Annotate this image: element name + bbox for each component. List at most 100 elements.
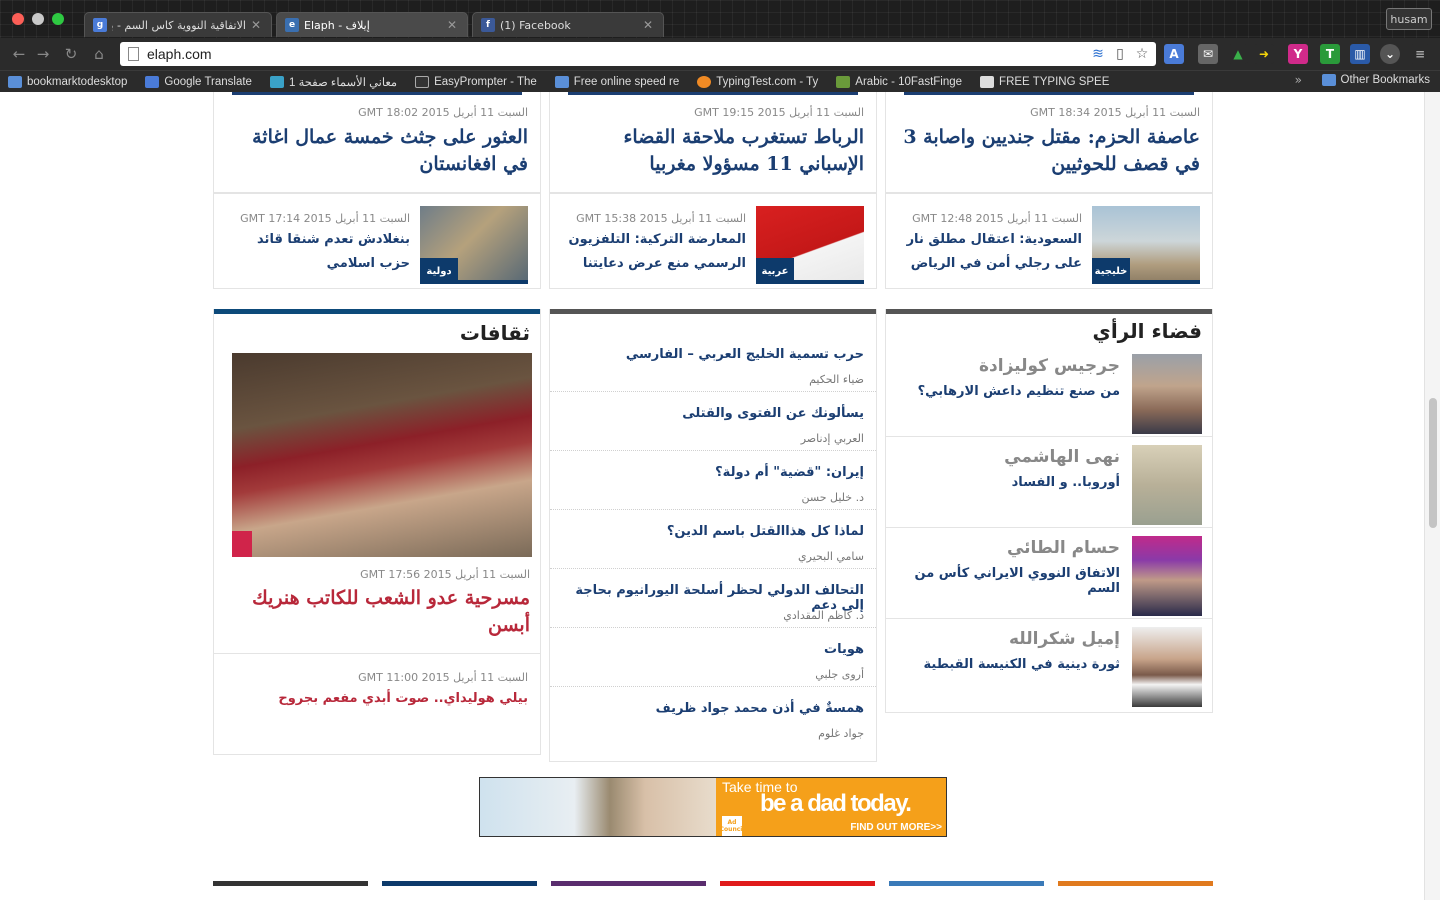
bookmark-item[interactable]: Google Translate [145,75,252,88]
opinion-item[interactable]: حسام الطائي الاتفاق النووي الايراني كأس … [886,528,1212,619]
scrollbar-thumb[interactable] [1429,398,1437,528]
bookmark-item[interactable]: TypingTest.com - Ty [697,75,818,88]
address-bar[interactable]: elaph.com ≋ ▯ ☆ [120,42,1156,66]
browser-toolbar: ← → ↻ ⌂ elaph.com ≋ ▯ ☆ A ✉ ▲ ➜ Y T ▥ ⌄ … [0,38,1440,70]
drive-extension-icon[interactable]: ▲ [1228,44,1248,64]
author-name[interactable]: حسام الطائي [1007,538,1120,558]
opinion-title[interactable]: الاتفاق النووي الايراني كأس من السم [886,566,1121,596]
bookmark-item[interactable]: FREE TYPING SPEE [980,75,1109,88]
arrow-extension-icon[interactable]: ➜ [1254,44,1274,64]
tab-title: Elaph - إيلاف [304,18,370,32]
culture-main-image[interactable] [232,353,532,557]
news-card-with-thumb: خليجية السبت 11 أبريل 2015 12:48 GMT الس… [885,193,1213,289]
opinion-item[interactable]: جرجيس كوليزادة من صنع تنظيم داعش الارهاب… [886,346,1212,437]
back-arrow-icon[interactable]: ← [10,45,28,63]
opinion-title[interactable]: من صنع تنظيم داعش الارهابي؟ [918,384,1120,399]
pages-icon[interactable]: ▯ [1112,46,1128,62]
section-top-rule [886,309,1212,314]
author-name[interactable]: إميل شكرالله [1009,629,1120,649]
headline-link[interactable]: المعارضة التركية: التلفزيون الرسمي منع ع… [566,228,746,276]
list-item[interactable]: هويات أروى جلبي [550,628,876,687]
home-icon[interactable]: ⌂ [90,45,108,63]
author-photo[interactable] [1132,354,1202,434]
badge-bar [458,280,528,284]
reload-icon[interactable]: ↻ [62,45,80,63]
culture-main-headline[interactable]: مسرحية عدو الشعب للكاتب هنريك أبسن [230,585,530,639]
opinion-item[interactable]: إميل شكرالله ثورة دينية في الكنيسة القبط… [886,619,1212,710]
opinion-item[interactable]: نهى الهاشمي أوروبا.. و الفساد [886,437,1212,528]
close-tab-icon[interactable]: ✕ [447,18,457,32]
maximize-window-button[interactable] [52,13,64,25]
category-badge[interactable]: عربية [756,258,794,284]
opinion-title[interactable]: أوروبا.. و الفساد [1012,475,1120,490]
author-photo[interactable] [1132,536,1202,616]
section-title[interactable]: فضاء الرأي [1093,319,1203,343]
bookmark-item[interactable]: Arabic - 10FastFinge [836,75,962,88]
bookmark-item[interactable]: EasyPrompter - The [415,75,537,88]
section-title[interactable]: ثقافات [460,321,530,345]
section-rule [551,881,706,886]
page-content: السبت 11 أبريل 2015 18:02 GMT العثور على… [0,92,1424,900]
articles-section: حرب تسمية الخليج العربي – الفارسي ضياء ال… [549,309,877,762]
author-name[interactable]: نهى الهاشمي [1004,447,1120,467]
page-icon [128,47,139,61]
author-name[interactable]: جرجيس كوليزادة [979,356,1120,376]
headline-link[interactable]: العثور على جثث خمسة عمال اغاثة في افغانس… [228,124,528,178]
tab-title: (1) Facebook [500,18,571,32]
minimize-window-button[interactable] [32,13,44,25]
card-top-rule [232,92,522,95]
list-item[interactable]: إيران: "قضية" أم دولة؟ د. خليل حسن [550,451,876,510]
divider [214,653,540,654]
list-item[interactable]: التحالف الدولي لحظر أسلحة اليورانيوم بحا… [550,569,876,628]
reader-icon[interactable]: ≋ [1090,46,1106,62]
bookmark-item[interactable]: معاني الأسماء صفحة 1 [269,75,397,89]
section-top-rule [550,309,876,314]
image-corner-tag [232,531,252,557]
ad-cta-link[interactable]: FIND OUT MORE>> [850,822,942,833]
bookmark-icon [554,75,569,88]
close-tab-icon[interactable]: ✕ [643,18,653,32]
list-item[interactable]: حرب تسمية الخليج العربي – الفارسي ضياء ال… [550,333,876,392]
headline-link[interactable]: السعودية: اعتقال مطلق نار على رجلي أمن ف… [902,228,1082,276]
list-item[interactable]: يسألونك عن الفتوى والقتلى العربي إدناصر [550,392,876,451]
tab-google-search[interactable]: g الاتفاقية النووية كاس السم - بحث .. ✕ [84,12,272,37]
ad-image [480,778,716,836]
translate-extension-icon[interactable]: A [1164,44,1184,64]
profile-button[interactable]: husam [1386,8,1432,30]
other-bookmarks[interactable]: Other Bookmarks [1321,74,1430,86]
news-thumbnail[interactable]: عربية [756,206,864,284]
tab-elaph[interactable]: e Elaph - إيلاف ✕ [276,12,468,37]
news-thumbnail[interactable]: دولية [420,206,528,284]
pocket-extension-icon[interactable]: ⌄ [1380,44,1400,64]
headline-link[interactable]: بنغلادش تعدم شنقا قائد حزب اسلامي [230,228,410,276]
news-card: السبت 11 أبريل 2015 18:02 GMT العثور على… [213,92,541,193]
close-tab-icon[interactable]: ✕ [251,18,261,32]
list-item[interactable]: لماذا كل هذاالقتل باسم الدين؟ سامي البحير… [550,510,876,569]
url-text[interactable]: elaph.com [147,46,1090,62]
more-bookmarks-chevron-icon[interactable]: » [1295,73,1302,87]
vertical-scrollbar[interactable] [1424,92,1440,900]
bookmark-item[interactable]: bookmarktodesktop [8,75,127,88]
author-photo[interactable] [1132,445,1202,525]
news-thumbnail[interactable]: خليجية [1092,206,1200,284]
category-badge[interactable]: دولية [420,258,458,284]
typing-extension-icon[interactable]: T [1320,44,1340,64]
menu-icon[interactable]: ≡ [1410,44,1430,64]
author-photo[interactable] [1132,627,1202,707]
tab-facebook[interactable]: f (1) Facebook ✕ [472,12,664,37]
ad-banner[interactable]: Take time to be a dad today. Ad Council … [479,777,947,837]
close-window-button[interactable] [12,13,24,25]
bookmark-item[interactable]: Free online speed re [554,75,679,88]
section-rule [1058,881,1213,886]
culture-second-headline[interactable]: بيلي هوليداي.. صوت أبدي مفعم بجروح [278,691,528,706]
forward-arrow-icon[interactable]: → [34,45,52,63]
opinion-title[interactable]: ثورة دينية في الكنيسة القبطية [924,657,1121,672]
chart-extension-icon[interactable]: ▥ [1350,44,1370,64]
list-item[interactable]: همسةٌ في أذن محمد جواد ظريف جواد غلوم [550,687,876,746]
headline-link[interactable]: عاصفة الحزم: مقتل جنديين واصابة 3 في قصف… [900,124,1200,178]
headline-link[interactable]: الرباط تستغرب ملاحقة القضاء الإسباني 11 … [554,124,865,178]
star-bookmark-icon[interactable]: ☆ [1134,46,1150,62]
category-badge[interactable]: خليجية [1092,258,1130,284]
mail-extension-icon[interactable]: ✉ [1198,44,1218,64]
yahoo-extension-icon[interactable]: Y [1288,44,1308,64]
